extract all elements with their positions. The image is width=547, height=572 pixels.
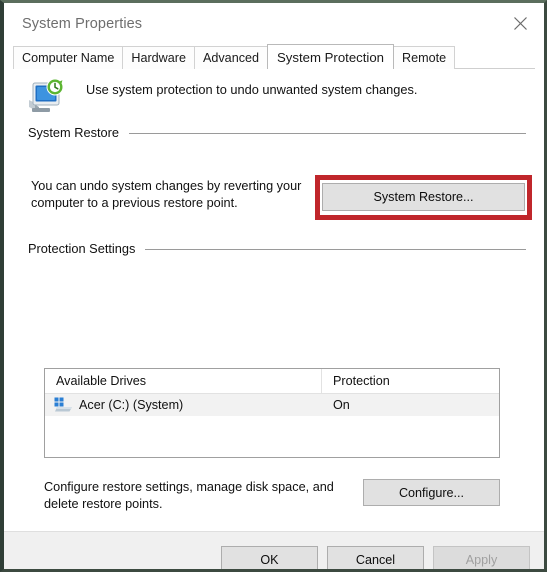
protection-settings-group-header: Protection Settings: [28, 241, 526, 256]
protection-settings-group-label: Protection Settings: [28, 241, 136, 256]
system-restore-group-label: System Restore: [28, 125, 120, 140]
dialog-footer: OK Cancel Apply: [4, 531, 544, 569]
system-protection-panel: Use system protection to undo unwanted s…: [4, 69, 544, 569]
available-drives-list[interactable]: Available Drives Protection Acer (C:) (S…: [44, 368, 500, 458]
apply-button[interactable]: Apply: [433, 546, 530, 569]
group-divider: [145, 249, 526, 250]
close-icon: [513, 17, 527, 30]
cancel-button[interactable]: Cancel: [327, 546, 424, 569]
tab-hardware[interactable]: Hardware: [122, 46, 195, 69]
drive-protection-cell: On: [333, 398, 350, 412]
drive-name: Acer (C:) (System): [79, 398, 184, 412]
title-bar: System Properties: [4, 3, 544, 44]
tab-remote[interactable]: Remote: [393, 46, 456, 69]
group-divider: [129, 133, 526, 134]
panel-banner: Use system protection to undo unwanted s…: [4, 69, 544, 125]
drive-list-header: Available Drives Protection: [45, 369, 499, 394]
column-header-protection[interactable]: Protection: [322, 369, 499, 393]
hard-drive-icon: [54, 397, 72, 412]
tab-system-protection[interactable]: System Protection: [267, 44, 395, 69]
system-restore-group-header: System Restore: [28, 125, 526, 140]
system-restore-button[interactable]: System Restore...: [322, 183, 525, 211]
close-button[interactable]: [498, 4, 542, 44]
drive-name-cell: Acer (C:) (System): [45, 397, 322, 413]
table-row[interactable]: Acer (C:) (System) On: [45, 394, 499, 416]
system-protection-icon: [29, 78, 64, 112]
column-header-available-drives[interactable]: Available Drives: [45, 369, 322, 393]
banner-text: Use system protection to undo unwanted s…: [86, 82, 418, 97]
system-properties-window: System Properties Computer Name Hardware…: [0, 0, 547, 572]
ok-button[interactable]: OK: [221, 546, 318, 569]
tab-advanced[interactable]: Advanced: [193, 46, 268, 69]
tab-bar: Computer Name Hardware Advanced System P…: [4, 44, 544, 69]
footer-buttons: OK Cancel Apply: [221, 546, 530, 569]
configure-button[interactable]: Configure...: [363, 479, 500, 506]
configure-description: Configure restore settings, manage disk …: [44, 480, 334, 511]
tab-computer-name[interactable]: Computer Name: [13, 46, 124, 69]
window-title: System Properties: [22, 15, 143, 32]
system-restore-description: You can undo system changes by reverting…: [31, 179, 302, 210]
